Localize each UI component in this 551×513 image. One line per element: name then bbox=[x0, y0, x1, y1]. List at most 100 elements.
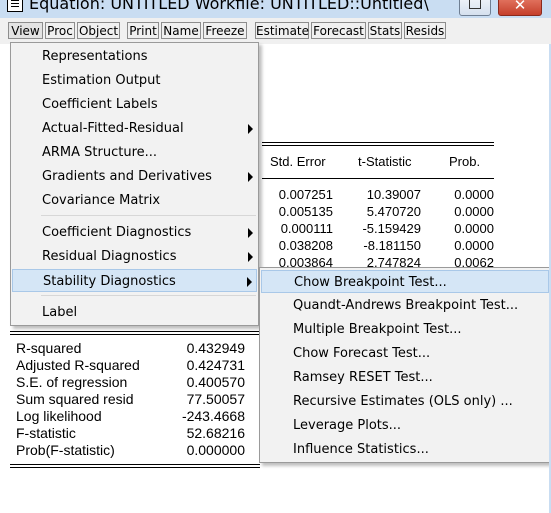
prob-cell: 0.0000 bbox=[454, 221, 494, 236]
stat-value: 0.424731 bbox=[186, 357, 245, 373]
stability-diagnostics-submenu: Chow Breakpoint Test... Quandt-Andrews B… bbox=[259, 267, 551, 463]
stat-value: 77.50057 bbox=[186, 391, 245, 407]
stat-label: Prob(F-statistic) bbox=[16, 442, 115, 458]
submenu-item-quandt-andrews[interactable]: Quandt-Andrews Breakpoint Test... bbox=[261, 294, 549, 317]
t-statistic-cell: 5.470720 bbox=[366, 204, 421, 219]
stats-rule-bottom bbox=[10, 464, 260, 465]
menu-item-label-item[interactable]: Label bbox=[12, 301, 257, 324]
stat-value: 0.000000 bbox=[186, 442, 245, 458]
submenu-arrow-icon bbox=[248, 124, 253, 134]
stat-label: Sum squared resid bbox=[16, 391, 134, 407]
stats-rule-bottom-2 bbox=[10, 467, 260, 468]
menu-item-stability-diagnostics[interactable]: Stability Diagnostics bbox=[12, 269, 257, 292]
std-error-cell: 0.007251 bbox=[278, 187, 333, 202]
submenu-item-label: Ramsey RESET Test... bbox=[293, 370, 433, 385]
submenu-item-multiple-breakpoint[interactable]: Multiple Breakpoint Test... bbox=[261, 318, 549, 341]
submenu-item-chow-forecast[interactable]: Chow Forecast Test... bbox=[261, 342, 549, 365]
menu-item-covariance-matrix[interactable]: Covariance Matrix bbox=[12, 189, 257, 212]
t-statistic-cell: -8.181150 bbox=[363, 238, 421, 253]
prob-cell: 0.0000 bbox=[454, 187, 494, 202]
table-rule-header bbox=[262, 178, 494, 179]
restore-icon bbox=[469, 0, 481, 9]
prob-cell: 0.0000 bbox=[454, 238, 494, 253]
menu-item-label: Gradients and Derivatives bbox=[42, 169, 212, 184]
menu-item-label: Covariance Matrix bbox=[42, 193, 161, 208]
t-statistic-cell: -5.159429 bbox=[362, 221, 421, 236]
object-button[interactable]: Object bbox=[77, 22, 120, 39]
submenu-item-label: Quandt-Andrews Breakpoint Test... bbox=[293, 298, 519, 313]
menu-item-actual-fitted-residual[interactable]: Actual-Fitted-Residual bbox=[12, 117, 257, 140]
menu-item-label: Coefficient Diagnostics bbox=[42, 225, 192, 240]
window-title: Equation: UNTITLED Workfile: UNTITLED::U… bbox=[29, 0, 429, 13]
menu-item-label: Label bbox=[42, 305, 78, 320]
prob-header: Prob. bbox=[449, 154, 481, 169]
table-row: 0.038208 -8.181150 0.0000 bbox=[262, 238, 494, 255]
stats-button[interactable]: Stats bbox=[368, 22, 402, 39]
menu-item-label: Estimation Output bbox=[42, 73, 161, 88]
proc-button[interactable]: Proc bbox=[45, 22, 75, 39]
menu-item-label: ARMA Structure... bbox=[42, 145, 158, 160]
menu-item-arma-structure[interactable]: ARMA Structure... bbox=[12, 141, 257, 164]
menu-item-label: Stability Diagnostics bbox=[43, 274, 176, 289]
std-error-cell: 0.005135 bbox=[278, 204, 333, 219]
submenu-item-influence-statistics[interactable]: Influence Statistics... bbox=[261, 438, 549, 461]
submenu-arrow-icon bbox=[248, 228, 253, 238]
table-row: 0.005135 5.470720 0.0000 bbox=[262, 204, 494, 221]
std-error-cell: 0.038208 bbox=[278, 238, 333, 253]
close-icon: ✕ bbox=[513, 0, 527, 14]
submenu-item-ramsey-reset[interactable]: Ramsey RESET Test... bbox=[261, 366, 549, 389]
table-rule-top bbox=[262, 142, 494, 143]
submenu-item-chow-breakpoint[interactable]: Chow Breakpoint Test... bbox=[261, 270, 549, 293]
submenu-arrow-icon bbox=[247, 277, 252, 287]
stat-label: F-statistic bbox=[16, 425, 76, 441]
print-button[interactable]: Print bbox=[127, 22, 159, 39]
equation-toolbar: View Proc Object Print Name Freeze Estim… bbox=[0, 18, 551, 44]
t-statistic-header: t-Statistic bbox=[358, 154, 412, 169]
stat-value: 52.68216 bbox=[186, 425, 245, 441]
stat-label: S.E. of regression bbox=[16, 374, 128, 390]
menu-separator bbox=[41, 295, 256, 296]
std-error-header: Std. Error bbox=[270, 154, 326, 169]
name-button[interactable]: Name bbox=[161, 22, 201, 39]
std-error-cell: 0.000111 bbox=[280, 221, 333, 236]
menu-item-coefficient-diagnostics[interactable]: Coefficient Diagnostics bbox=[12, 221, 257, 244]
table-rule-top-2 bbox=[262, 145, 494, 146]
menu-item-label: Actual-Fitted-Residual bbox=[42, 121, 184, 136]
menu-item-label: Residual Diagnostics bbox=[42, 249, 177, 264]
submenu-item-label: Chow Breakpoint Test... bbox=[294, 275, 447, 290]
menu-separator bbox=[41, 215, 256, 216]
menu-item-representations[interactable]: Representations bbox=[12, 45, 257, 68]
submenu-item-label: Multiple Breakpoint Test... bbox=[293, 322, 462, 337]
table-row: 0.007251 10.39007 0.0000 bbox=[262, 187, 494, 204]
view-menu: Representations Estimation Output Coeffi… bbox=[10, 42, 259, 326]
freeze-button[interactable]: Freeze bbox=[203, 22, 247, 39]
coefficient-table: 0.007251 10.39007 0.0000 0.005135 5.4707… bbox=[262, 187, 494, 269]
submenu-item-recursive-estimates[interactable]: Recursive Estimates (OLS only) ... bbox=[261, 390, 549, 413]
submenu-arrow-icon bbox=[248, 172, 253, 182]
forecast-button[interactable]: Forecast bbox=[311, 22, 366, 39]
menu-item-estimation-output[interactable]: Estimation Output bbox=[12, 69, 257, 92]
system-menu-icon[interactable] bbox=[7, 0, 23, 12]
title-bar: Equation: UNTITLED Workfile: UNTITLED::U… bbox=[0, 0, 551, 18]
menu-item-label: Coefficient Labels bbox=[42, 97, 158, 112]
menu-item-label: Representations bbox=[42, 49, 148, 64]
submenu-item-label: Chow Forecast Test... bbox=[293, 346, 431, 361]
submenu-arrow-icon bbox=[248, 252, 253, 262]
restore-button[interactable] bbox=[459, 0, 491, 16]
view-button[interactable]: View bbox=[8, 22, 43, 39]
menu-item-coefficient-labels[interactable]: Coefficient Labels bbox=[12, 93, 257, 116]
menu-item-residual-diagnostics[interactable]: Residual Diagnostics bbox=[12, 245, 257, 268]
menu-item-gradients-derivatives[interactable]: Gradients and Derivatives bbox=[12, 165, 257, 188]
close-button[interactable]: ✕ bbox=[498, 0, 542, 16]
submenu-item-label: Recursive Estimates (OLS only) ... bbox=[293, 394, 513, 409]
stat-value: 0.400570 bbox=[186, 374, 245, 390]
submenu-item-leverage-plots[interactable]: Leverage Plots... bbox=[261, 414, 549, 437]
stat-label: R-squared bbox=[16, 340, 82, 356]
stat-value: 0.432949 bbox=[186, 340, 245, 356]
stats-rule-top-2 bbox=[10, 334, 260, 335]
table-row: 0.000111 -5.159429 0.0000 bbox=[262, 221, 494, 238]
stat-label: Adjusted R-squared bbox=[16, 357, 140, 373]
estimate-button[interactable]: Estimate bbox=[255, 22, 309, 39]
submenu-item-label: Leverage Plots... bbox=[293, 418, 402, 433]
resids-button[interactable]: Resids bbox=[404, 22, 446, 39]
